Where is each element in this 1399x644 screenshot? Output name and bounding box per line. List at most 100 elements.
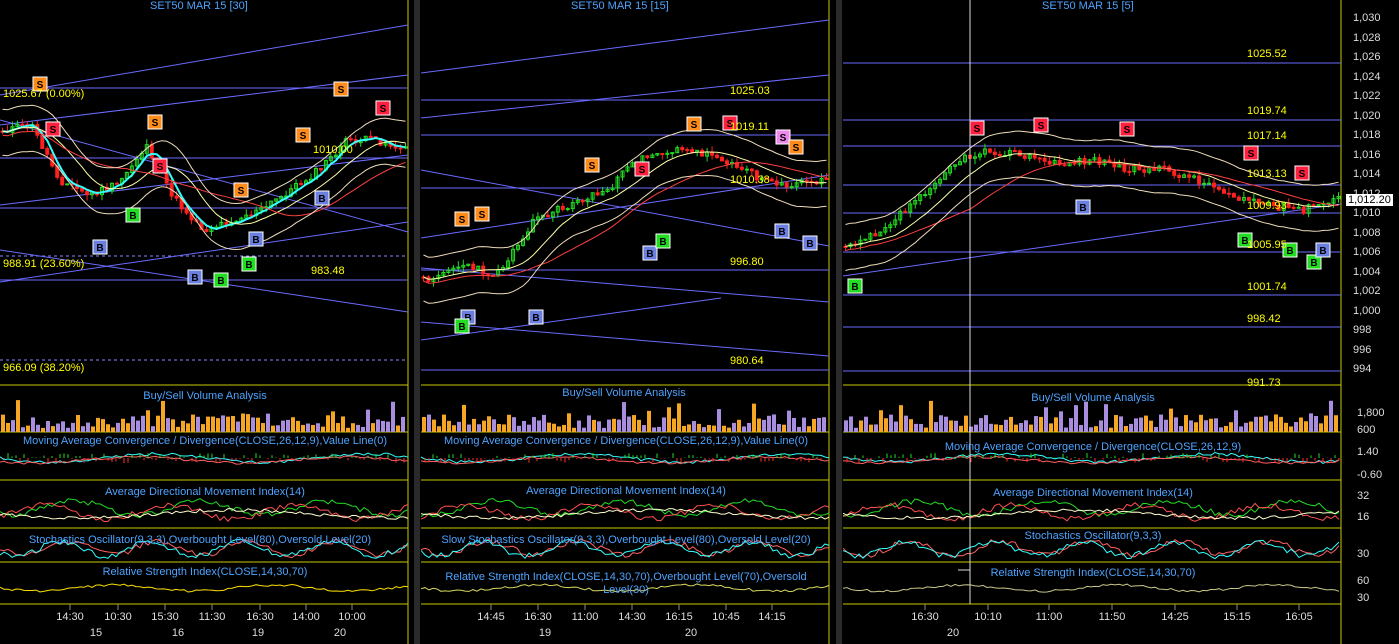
- volume-bar: [106, 424, 110, 432]
- buy-signal-marker[interactable]: B: [125, 207, 141, 223]
- fib-level-label: 966.09 (38.20%): [3, 362, 85, 374]
- panel-splitter[interactable]: [414, 0, 420, 644]
- volume-bar: [944, 416, 948, 432]
- sell-signal-marker[interactable]: S: [295, 127, 311, 143]
- volume-bar: [96, 417, 100, 432]
- volume-bar: [772, 414, 776, 432]
- volume-bar: [437, 426, 441, 432]
- indicator-title-adx: Average Directional Movement Index(14): [526, 485, 726, 497]
- sell-signal-marker[interactable]: S: [634, 161, 650, 177]
- candle-body: [580, 199, 585, 203]
- candle-body: [1202, 182, 1207, 185]
- time-tick: 14:30: [618, 611, 646, 623]
- price-level-label: 1019.74: [1247, 105, 1287, 117]
- sell-signal-marker[interactable]: S: [333, 81, 349, 97]
- volume-bar: [934, 422, 938, 432]
- price-axis-tick: 1,022: [1353, 90, 1381, 102]
- svg-text:S: S: [459, 215, 466, 226]
- volume-bar: [276, 425, 280, 432]
- volume-bar: [1219, 427, 1223, 432]
- volume-bar: [627, 416, 631, 432]
- buy-signal-marker[interactable]: B: [802, 235, 818, 251]
- sell-signal-marker[interactable]: S: [233, 182, 249, 198]
- buy-signal-marker[interactable]: B: [1315, 242, 1331, 258]
- buy-signal-marker[interactable]: B: [1075, 199, 1091, 215]
- buy-signal-marker[interactable]: B: [248, 231, 264, 247]
- sell-signal-marker[interactable]: S: [147, 114, 163, 130]
- candle-body: [789, 186, 794, 189]
- volume-bar: [567, 413, 571, 432]
- sell-signal-marker[interactable]: S: [788, 139, 804, 155]
- svg-text:S: S: [238, 186, 245, 197]
- sell-signal-marker[interactable]: S: [686, 116, 702, 132]
- sell-signal-marker[interactable]: S: [969, 120, 985, 136]
- sell-signal-marker[interactable]: S: [1243, 145, 1259, 161]
- volume-bar: [1324, 415, 1328, 432]
- sell-signal-marker[interactable]: S: [454, 211, 470, 227]
- volume-bar: [904, 415, 908, 432]
- sell-signal-marker[interactable]: S: [1294, 165, 1310, 181]
- buy-signal-marker[interactable]: B: [655, 233, 671, 249]
- sell-signal-marker[interactable]: S: [1033, 117, 1049, 133]
- svg-text:S: S: [152, 118, 159, 129]
- volume-bar: [366, 409, 370, 432]
- candle-body: [1216, 186, 1221, 190]
- buy-signal-marker[interactable]: B: [213, 272, 229, 288]
- volume-bar: [81, 426, 85, 432]
- indicator-title-macd: Moving Average Convergence / Divergence(…: [22, 435, 388, 447]
- candle-body: [1221, 188, 1226, 194]
- rsi-axis-tick: 30: [1357, 592, 1370, 604]
- volume-bar: [672, 418, 676, 432]
- price-axis-tick: 1,008: [1353, 227, 1381, 239]
- sell-signal-marker[interactable]: S: [152, 158, 168, 174]
- sell-signal-marker[interactable]: S: [775, 129, 791, 145]
- volume-bar: [894, 421, 898, 432]
- volume-bar: [1104, 404, 1108, 432]
- sell-signal-marker[interactable]: S: [375, 100, 391, 116]
- volume-bar: [747, 422, 751, 432]
- volume-bar: [1264, 415, 1268, 432]
- date-tick: 19: [538, 627, 552, 639]
- panel-splitter[interactable]: [836, 0, 842, 644]
- buy-signal-marker[interactable]: B: [847, 278, 863, 294]
- price-chart-canvas[interactable]: SSSSSSSSBBBBBBB: [421, 0, 836, 644]
- price-chart-canvas[interactable]: S S SSSBBBBBB: [843, 0, 1399, 644]
- candle-body: [1042, 157, 1047, 162]
- sell-signal-marker[interactable]: S: [45, 121, 61, 137]
- chart-panel-15min[interactable]: SET50 MAR 15 [15] SSSSSSSSBBBBBBB 1025.0…: [421, 0, 836, 644]
- volume-bar: [737, 419, 741, 432]
- sell-signal-marker[interactable]: S: [1119, 121, 1135, 137]
- volume-bar: [854, 427, 858, 432]
- volume-axis-tick: 600: [1357, 424, 1376, 436]
- volume-bar: [1014, 424, 1018, 432]
- volume-bar: [707, 424, 711, 432]
- volume-bar: [667, 407, 671, 432]
- volume-bar: [1314, 416, 1318, 432]
- svg-text:B: B: [1319, 246, 1326, 257]
- price-axis-tick: 1,002: [1353, 285, 1381, 297]
- chart-panel-5min[interactable]: SET50 MAR 15 [5] SSSSSBBBBBB 1025.52 101…: [843, 0, 1399, 644]
- volume-bar: [256, 417, 260, 432]
- price-axis-tick: 1,020: [1353, 110, 1381, 122]
- volume-bar: [1054, 417, 1058, 432]
- buy-signal-marker[interactable]: B: [187, 269, 203, 285]
- buy-signal-marker[interactable]: B: [528, 309, 544, 325]
- buy-signal-marker[interactable]: B: [774, 223, 790, 239]
- candle-body: [1301, 206, 1306, 214]
- candle-body: [715, 154, 720, 158]
- volume-bar: [984, 415, 988, 432]
- sell-signal-marker[interactable]: S: [584, 157, 600, 173]
- volume-bar: [787, 410, 791, 432]
- volume-bar: [1124, 425, 1128, 432]
- sell-signal-marker[interactable]: S: [474, 206, 490, 222]
- buy-signal-marker[interactable]: B: [92, 239, 108, 255]
- chart-panel-30min[interactable]: SET50 MAR 15 [30] SSSSSSSSBBBBBBB 1025.6…: [0, 0, 413, 644]
- buy-signal-marker[interactable]: B: [642, 245, 658, 261]
- macd-axis-tick: -0.60: [1357, 469, 1383, 481]
- volume-bar: [1284, 422, 1288, 432]
- buy-signal-marker[interactable]: B: [314, 190, 330, 206]
- volume-bar: [1129, 423, 1133, 432]
- volume-bar: [879, 410, 883, 432]
- buy-signal-marker[interactable]: B: [241, 256, 257, 272]
- buy-signal-marker[interactable]: B: [454, 318, 470, 334]
